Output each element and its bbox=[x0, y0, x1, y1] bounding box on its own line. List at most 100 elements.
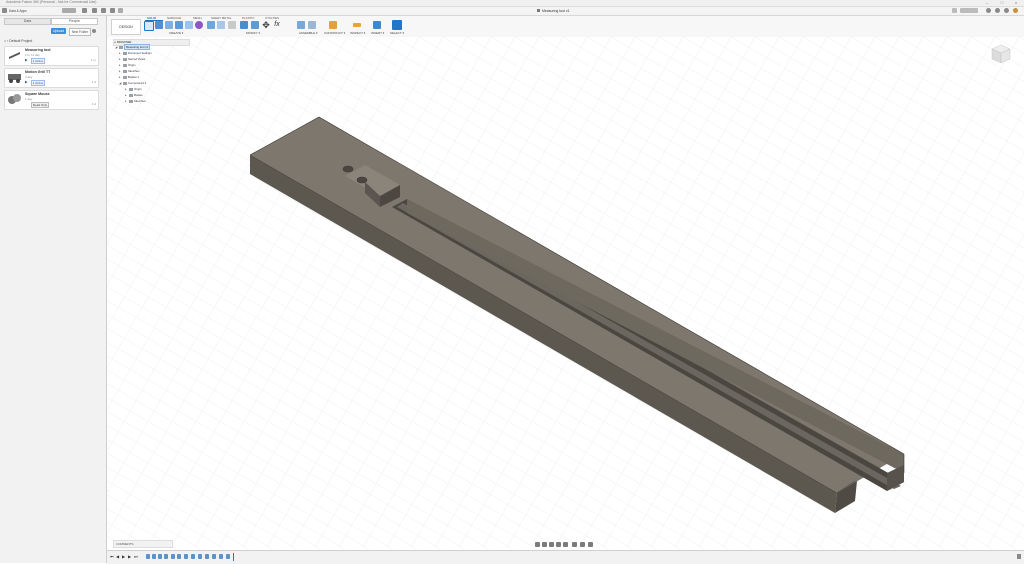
project-breadcrumb[interactable]: ⌂ › Default Project bbox=[4, 39, 32, 43]
browser-item[interactable]: ▸ Sketches bbox=[125, 99, 146, 104]
timeline-feature[interactable] bbox=[191, 554, 195, 559]
revolve-icon[interactable] bbox=[165, 21, 173, 29]
joint-icon[interactable] bbox=[308, 21, 316, 29]
browser-item[interactable]: ▸ Bodies:1 bbox=[119, 75, 139, 80]
job-status-icon[interactable] bbox=[1004, 8, 1009, 13]
model-body[interactable] bbox=[107, 37, 1024, 549]
step-forward-icon[interactable]: ▶ bbox=[128, 555, 132, 559]
timeline-settings-icon[interactable] bbox=[1017, 554, 1021, 559]
create-group-label[interactable]: CREATE ▾ bbox=[169, 31, 183, 35]
new-folder-button[interactable]: New Folder bbox=[69, 28, 91, 36]
version-badge[interactable]: Read Only bbox=[31, 102, 49, 108]
timeline-feature[interactable] bbox=[205, 554, 209, 559]
create-sketch-icon[interactable] bbox=[144, 21, 154, 31]
browser-item[interactable]: ▸ Document Settings bbox=[119, 51, 152, 56]
browser-item[interactable]: ▸ Bodies bbox=[125, 93, 143, 98]
assemble-group-label[interactable]: ASSEMBLE ▾ bbox=[299, 31, 318, 35]
timeline-feature[interactable] bbox=[177, 554, 181, 559]
shell-icon[interactable] bbox=[228, 21, 236, 29]
add-tab-icon[interactable] bbox=[952, 8, 957, 13]
timeline-feature[interactable] bbox=[164, 554, 168, 559]
combine-icon[interactable] bbox=[240, 21, 248, 29]
browser-root[interactable]: ◢ Measuring tool v1 bbox=[115, 44, 151, 50]
go-to-start-icon[interactable]: ⏮ bbox=[110, 555, 114, 559]
right-rail-face[interactable] bbox=[407, 199, 904, 473]
fillet-icon[interactable] bbox=[217, 21, 225, 29]
construct-group-label[interactable]: CONSTRUCT ▾ bbox=[324, 31, 345, 35]
file-card[interactable]: Square Mouse 1 day Read Only 1 d bbox=[4, 90, 99, 110]
version-badge[interactable]: 1 Active bbox=[31, 80, 45, 86]
browser-item[interactable]: ▸ Origin bbox=[125, 87, 141, 92]
timeline-feature[interactable] bbox=[171, 554, 175, 559]
help-icon[interactable] bbox=[995, 8, 1000, 13]
offset-plane-icon[interactable] bbox=[329, 21, 337, 29]
browser-item[interactable]: ▸ Sketches bbox=[119, 69, 140, 74]
display-settings-icon[interactable] bbox=[572, 542, 577, 547]
timeline-feature[interactable] bbox=[146, 554, 150, 559]
minimize-icon[interactable]: – bbox=[980, 0, 994, 6]
workspace-switcher[interactable]: DESIGN bbox=[111, 19, 141, 35]
timeline-feature[interactable] bbox=[152, 554, 156, 559]
notifications-icon[interactable] bbox=[986, 8, 991, 13]
browser-item[interactable]: ▸ Named Views bbox=[119, 57, 145, 62]
move-icon[interactable]: ✥ bbox=[262, 21, 270, 30]
maximize-icon[interactable]: □ bbox=[995, 0, 1009, 6]
user-avatar-icon[interactable] bbox=[1013, 8, 1018, 13]
file-card[interactable]: Motion Grill TT 4 day ▶ 1 Active 1 d bbox=[4, 68, 99, 88]
tab-sheet-metal[interactable]: SHEET METAL bbox=[211, 16, 232, 20]
tab-mesh[interactable]: MESH bbox=[193, 16, 202, 20]
form-icon[interactable] bbox=[195, 21, 203, 29]
go-to-end-icon[interactable]: ⏭ bbox=[134, 555, 138, 559]
press-pull-icon[interactable] bbox=[207, 21, 215, 29]
tab-people[interactable]: People bbox=[51, 18, 98, 25]
hole-icon[interactable] bbox=[175, 21, 183, 29]
select-group-label[interactable]: SELECT ▾ bbox=[390, 31, 404, 35]
timeline-feature[interactable] bbox=[212, 554, 216, 559]
canvas-viewport[interactable]: ◂ BROWSER ◢ Measuring tool v1 ▸ Document Se… bbox=[107, 37, 1024, 549]
parameters-icon[interactable]: fx bbox=[273, 21, 281, 29]
extrude-icon[interactable] bbox=[155, 21, 163, 29]
upload-button[interactable]: Upload bbox=[51, 28, 66, 34]
browser-item[interactable]: ▸ Origin bbox=[119, 63, 135, 68]
box-icon[interactable] bbox=[185, 21, 193, 29]
tab-plastic[interactable]: PLASTIC bbox=[242, 16, 255, 20]
browser-item[interactable]: ◢ Component1:1 bbox=[119, 81, 146, 86]
play-icon[interactable]: ▶ bbox=[122, 555, 126, 559]
orbit-icon[interactable] bbox=[535, 542, 540, 547]
grid-settings-icon[interactable] bbox=[580, 542, 585, 547]
look-at-icon[interactable] bbox=[542, 542, 547, 547]
browser-item-label: Sketches bbox=[134, 99, 146, 103]
model-side-face[interactable] bbox=[250, 155, 837, 513]
file-card[interactable]: Measuring tool 1 hr 11 day ▶ 1 Active 1 … bbox=[4, 46, 99, 66]
modify-group-label[interactable]: MODIFY ▾ bbox=[246, 31, 260, 35]
timeline-feature[interactable] bbox=[184, 554, 188, 559]
chevron-down-icon[interactable]: ▶ bbox=[25, 58, 29, 62]
timeline-marker[interactable] bbox=[233, 553, 234, 561]
tab-data[interactable]: Data bbox=[4, 18, 51, 25]
timeline-feature[interactable] bbox=[198, 554, 202, 559]
settings-icon[interactable] bbox=[92, 29, 96, 33]
viewports-icon[interactable] bbox=[588, 542, 593, 547]
timeline-feature[interactable] bbox=[219, 554, 223, 559]
view-cube[interactable] bbox=[990, 43, 1012, 65]
comments-panel[interactable]: COMMENTS bbox=[113, 540, 173, 548]
inspect-group-label[interactable]: INSPECT ▾ bbox=[350, 31, 365, 35]
fit-icon[interactable] bbox=[563, 542, 568, 547]
close-icon[interactable]: × bbox=[1009, 0, 1023, 6]
account-menu-icon[interactable] bbox=[960, 8, 978, 13]
zoom-icon[interactable] bbox=[556, 542, 561, 547]
insert-image-icon[interactable] bbox=[373, 21, 381, 29]
insert-group-label[interactable]: INSERT ▾ bbox=[371, 31, 384, 35]
tab-surface[interactable]: SURFACE bbox=[167, 16, 181, 20]
measure-icon[interactable] bbox=[353, 23, 361, 27]
document-tab-label[interactable]: Measuring tool v1 bbox=[542, 9, 570, 13]
select-icon[interactable] bbox=[392, 20, 402, 30]
chevron-down-icon[interactable]: ▶ bbox=[25, 80, 29, 84]
split-icon[interactable] bbox=[251, 21, 259, 29]
timeline-feature[interactable] bbox=[158, 554, 162, 559]
timeline-feature[interactable] bbox=[226, 554, 230, 559]
step-back-icon[interactable]: ◀ bbox=[116, 555, 120, 559]
new-component-icon[interactable] bbox=[297, 21, 305, 29]
pan-icon[interactable] bbox=[549, 542, 554, 547]
version-badge[interactable]: 1 Active bbox=[31, 58, 45, 64]
